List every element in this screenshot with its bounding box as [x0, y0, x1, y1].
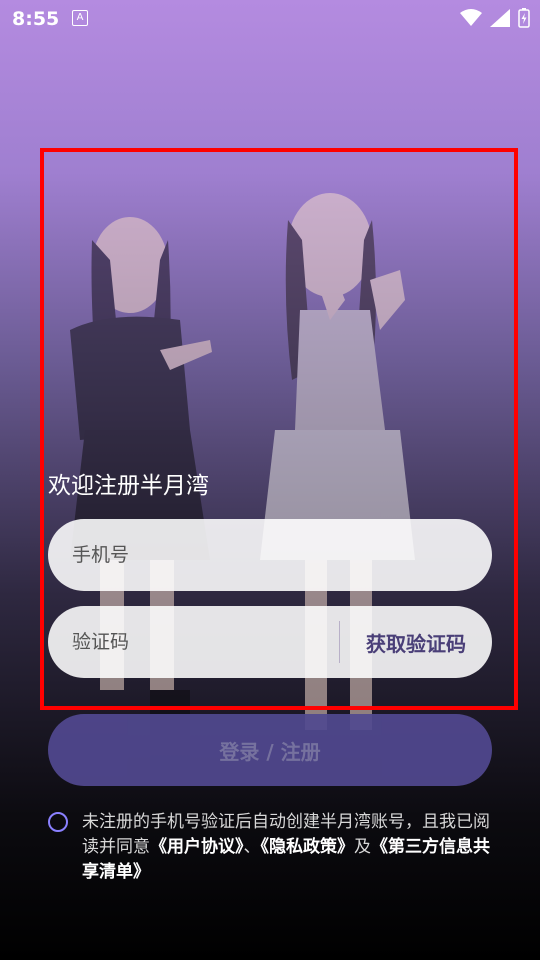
wifi-icon	[460, 9, 482, 26]
status-icons	[460, 8, 530, 28]
verification-code-input[interactable]	[48, 605, 339, 679]
status-bar: 8:55 A	[0, 0, 540, 36]
welcome-title: 欢迎注册半月湾	[48, 473, 209, 499]
agreement-radio[interactable]	[48, 812, 68, 832]
agreement-sep-1: 、	[243, 837, 261, 857]
privacy-policy-link[interactable]: 《隐私政策》	[261, 837, 355, 857]
text-notification-icon: A	[72, 10, 88, 26]
agreement-sep-2: 及	[354, 837, 371, 857]
signal-icon	[490, 9, 510, 27]
get-code-button[interactable]: 获取验证码	[340, 628, 492, 657]
phone-input[interactable]	[48, 518, 492, 592]
login-register-button[interactable]: 登录 / 注册	[48, 714, 492, 786]
user-agreement-link[interactable]: 《用户协议》	[150, 837, 244, 857]
verification-code-field[interactable]: 获取验证码	[48, 605, 492, 679]
status-time: 8:55	[12, 8, 60, 30]
agreement-text: 未注册的手机号验证后自动创建半月湾账号，且我已阅读并同意《用户协议》、《隐私政策…	[82, 810, 492, 885]
phone-field[interactable]	[48, 518, 492, 592]
battery-charging-icon	[518, 8, 530, 28]
